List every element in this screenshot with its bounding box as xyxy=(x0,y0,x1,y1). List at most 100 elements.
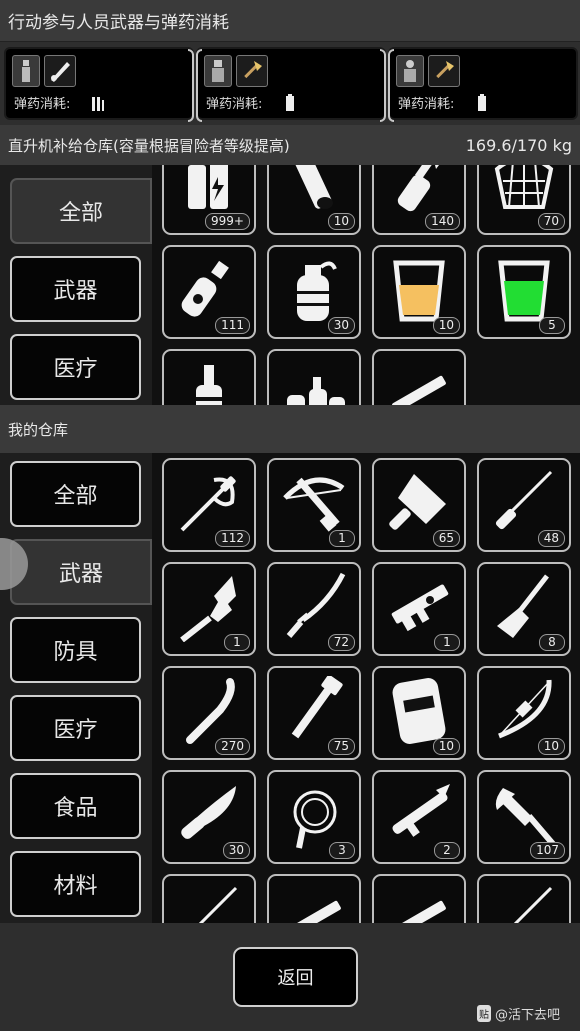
heli-item-cell[interactable]: 999+ xyxy=(162,165,256,235)
heli-item-grid: 999+ 10 140 70 111 30 10 5 xyxy=(152,165,580,405)
item-count: 10 xyxy=(537,738,565,755)
party-slot-1[interactable]: 弹药消耗: xyxy=(4,47,194,122)
spray-can-icon xyxy=(181,260,229,317)
my-item-cell[interactable]: 65 xyxy=(372,458,466,552)
page-title-text: 行动参与人员武器与弹药消耗 xyxy=(8,13,229,33)
ammo-bullets-icon xyxy=(92,97,104,111)
my-item-cell[interactable]: 10 xyxy=(372,666,466,760)
item-count: 72 xyxy=(327,634,355,651)
my-storage-header: 我的仓库 xyxy=(0,405,580,453)
my-item-cell[interactable]: 1 xyxy=(162,562,256,656)
item-count: 65 xyxy=(432,530,460,547)
cleaver-icon xyxy=(389,474,446,530)
heli-item-cell[interactable]: 140 xyxy=(372,165,466,235)
item-count: 8 xyxy=(539,634,565,651)
my-item-cell[interactable]: 112 xyxy=(162,458,256,552)
ammo-label: 弹药消耗: xyxy=(14,97,71,112)
my-category-sidebar: 全部 武器 防具 医疗 食品 材料 xyxy=(0,453,152,923)
my-item-cell[interactable]: 1 xyxy=(372,562,466,656)
spike-icon xyxy=(495,470,553,530)
item-count: 5 xyxy=(539,317,565,334)
item-count: 1 xyxy=(329,530,355,547)
ammo-battery-icon xyxy=(478,94,486,111)
my-item-cell[interactable]: 8 xyxy=(477,562,571,656)
item-count: 111 xyxy=(215,317,250,334)
heli-item-cell[interactable]: 111 xyxy=(162,245,256,339)
my-item-cell[interactable]: 270 xyxy=(162,666,256,760)
axe-icon xyxy=(236,55,268,87)
heli-item-cell[interactable]: 70 xyxy=(477,165,571,235)
my-item-cell[interactable]: 3 xyxy=(267,770,361,864)
bottles-icon xyxy=(287,377,345,405)
chainsaw-icon xyxy=(44,55,76,87)
knife-icon xyxy=(181,786,236,839)
my-item-cell[interactable]: 48 xyxy=(477,458,571,552)
item-count: 48 xyxy=(537,530,565,547)
my-item-cell[interactable]: 1 xyxy=(267,458,361,552)
my-tab-armor[interactable]: 防具 xyxy=(10,617,141,683)
my-item-cell[interactable]: 30 xyxy=(162,770,256,864)
heli-tab-medical[interactable]: 医疗 xyxy=(10,334,141,400)
my-tab-materials[interactable]: 材料 xyxy=(10,851,141,917)
my-item-cell[interactable]: 107 xyxy=(477,770,571,864)
katana-icon xyxy=(286,572,346,638)
my-tab-medical[interactable]: 医疗 xyxy=(10,695,141,761)
watermark: 贴 @活下去吧 xyxy=(476,1004,560,1023)
item-count: 999+ xyxy=(205,213,250,230)
party-row: 弹药消耗: 弹药消耗: 弹药消耗: xyxy=(0,42,580,125)
whip-icon xyxy=(293,790,337,849)
crossbow-icon xyxy=(283,477,345,532)
my-item-cell[interactable] xyxy=(372,874,466,923)
heli-item-cell[interactable] xyxy=(267,349,361,405)
survivor-portrait xyxy=(12,55,40,87)
item-count: 10 xyxy=(432,317,460,334)
item-count: 1 xyxy=(434,634,460,651)
bottle-icon xyxy=(196,365,222,405)
heli-item-cell[interactable]: 10 xyxy=(372,245,466,339)
gun-icon xyxy=(392,375,446,405)
rapier-icon xyxy=(180,476,236,532)
party-slot-2[interactable]: 弹药消耗: xyxy=(196,47,386,122)
my-tab-weapons[interactable]: 武器 xyxy=(10,539,152,605)
heli-storage-title: 直升机补给仓库(容量根据冒险者等级提高) xyxy=(8,136,290,155)
my-item-cell[interactable] xyxy=(162,874,256,923)
item-count: 112 xyxy=(215,530,250,547)
item-count: 140 xyxy=(425,213,460,230)
ammo-label: 弹药消耗: xyxy=(206,97,263,112)
my-tab-food[interactable]: 食品 xyxy=(10,773,141,839)
watermark-text: @活下去吧 xyxy=(494,1008,560,1023)
heli-capacity: 169.6/170 kg xyxy=(465,135,572,155)
my-tab-all[interactable]: 全部 xyxy=(10,461,141,527)
my-item-cell[interactable]: 2 xyxy=(372,770,466,864)
item-count: 2 xyxy=(434,842,460,859)
heli-item-cell[interactable] xyxy=(372,349,466,405)
my-item-cell[interactable]: 10 xyxy=(477,666,571,760)
back-button[interactable]: 返回 xyxy=(233,947,358,1007)
heli-item-cell[interactable]: 10 xyxy=(267,165,361,235)
item-count: 70 xyxy=(537,213,565,230)
my-item-cell[interactable]: 75 xyxy=(267,666,361,760)
my-item-grid: 112 1 65 48 1 72 1 8 270 75 10 10 30 3 2 107 xyxy=(152,453,580,923)
heli-item-cell[interactable] xyxy=(162,349,256,405)
heli-item-cell[interactable]: 30 xyxy=(267,245,361,339)
spike-icon xyxy=(198,886,238,923)
my-item-cell[interactable]: 72 xyxy=(267,562,361,656)
grenade-icon xyxy=(297,261,337,321)
item-count: 107 xyxy=(530,842,565,859)
bow-icon xyxy=(498,679,552,739)
bottom-bar: 返回 贴 @活下去吧 xyxy=(0,923,580,1031)
shovel-icon xyxy=(497,574,549,638)
item-count: 3 xyxy=(329,842,355,859)
heli-tab-all[interactable]: 全部 xyxy=(10,178,152,244)
my-item-cell[interactable] xyxy=(477,874,571,923)
my-item-cell[interactable] xyxy=(267,874,361,923)
item-count: 30 xyxy=(327,317,355,334)
serrated-blade-icon xyxy=(180,576,236,642)
heli-tab-weapons[interactable]: 武器 xyxy=(10,256,141,322)
survivor-portrait xyxy=(396,55,424,87)
heli-item-cell[interactable]: 5 xyxy=(477,245,571,339)
item-count: 10 xyxy=(432,738,460,755)
party-slot-3[interactable]: 弹药消耗: xyxy=(388,47,578,122)
tieba-badge: 贴 xyxy=(476,1005,491,1022)
gun-icon xyxy=(287,900,341,923)
